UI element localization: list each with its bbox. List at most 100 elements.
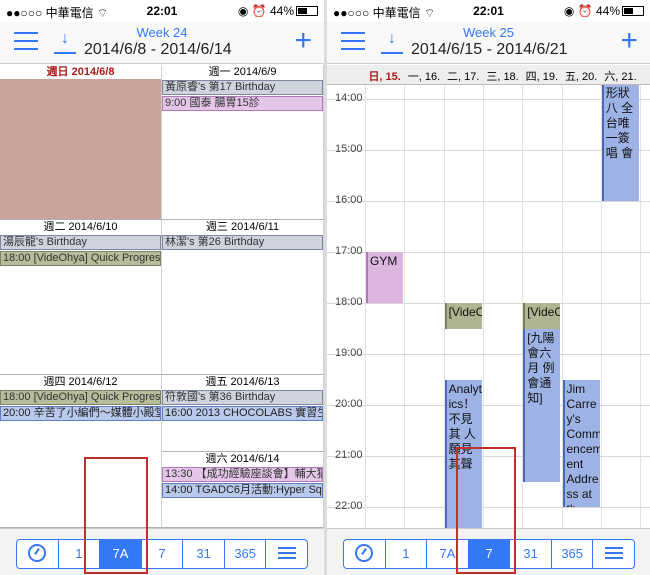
day-column-line	[640, 85, 642, 528]
day-column-header[interactable]: 三, 18.	[483, 68, 522, 84]
alarm-icon: ⏰	[577, 4, 593, 18]
event[interactable]: 符敦國's 第36 Birthday	[162, 390, 323, 405]
hour-label: 19:00	[335, 347, 363, 360]
view-31-button[interactable]: 31	[510, 540, 552, 568]
time-grid[interactable]: 14:00 15:00 16:00 17:00 18:00 19:00 20:00 21:00…	[327, 85, 650, 528]
day-column-line	[404, 85, 406, 528]
today-highlight	[0, 79, 161, 219]
hour-label: 21:00	[335, 449, 363, 462]
view-365-button[interactable]: 365	[552, 540, 594, 568]
view-7a-button[interactable]: 7A	[427, 540, 469, 568]
day-header: 週四 2014/6/12	[43, 376, 118, 388]
dashboard-button[interactable]	[17, 540, 59, 568]
list-view-button[interactable]	[266, 540, 307, 568]
status-bar: ●●○○○ 中華電信 ⌔ 22:01 ◉ ⏰ 44%	[327, 0, 650, 22]
status-bar: ●●○○○ 中華電信 ⌔ 22:01 ◉ ⏰ 44%	[0, 0, 324, 22]
hour-label: 16:00	[335, 194, 363, 207]
add-event-button[interactable]: +	[620, 24, 638, 58]
event[interactable]: 18:00 [VideOhya] Quick Progress	[0, 251, 161, 266]
hour-line	[327, 507, 650, 509]
battery-icon	[296, 6, 318, 16]
day-cell-monday[interactable]: 週一 2014/6/9 黃原睿's 第17 Birthday 9:00 國泰 腸…	[162, 65, 324, 220]
alarm-icon: ⏰	[251, 4, 267, 18]
hour-line	[327, 405, 650, 407]
hour-label: 22:00	[335, 500, 363, 513]
hour-label: 17:00	[335, 245, 363, 258]
week-number: Week 25	[462, 25, 515, 40]
hour-label: 14:00	[335, 92, 363, 105]
calendar-event[interactable]: GYM	[366, 252, 404, 304]
view-1-button[interactable]: 1	[386, 540, 428, 568]
day-column-header[interactable]: 日, 15.	[365, 68, 404, 84]
battery-icon	[622, 6, 644, 16]
view-7a-button[interactable]: 7A	[100, 540, 142, 568]
hour-label: 15:00	[335, 143, 363, 156]
calendar-event[interactable]: [VideO	[523, 303, 561, 329]
day-cell-friday[interactable]: 週五 2014/6/13 符敦國's 第36 Birthday 16:00 20…	[162, 375, 324, 452]
event[interactable]: 黃原睿's 第17 Birthday	[162, 80, 323, 95]
view-365-button[interactable]: 365	[225, 540, 267, 568]
day-cell-thursday[interactable]: 週四 2014/6/12 18:00 [VideOhya] Quick Prog…	[0, 375, 162, 528]
event[interactable]: 20:00 辛苦了小編們～媒體小殿堂	[0, 406, 161, 421]
gauge-icon	[355, 544, 374, 562]
date-range: 2014/6/15 - 2014/6/21	[411, 41, 568, 58]
view-segmented-control: 1 7A 7 31 365	[343, 539, 635, 569]
day-cell-wednesday[interactable]: 週三 2014/6/11 林潔's 第26 Birthday	[162, 220, 324, 375]
event[interactable]: 13:30 【成功經驗座談會】輔大猶	[162, 467, 323, 482]
calendar-event[interactable]: 形狀八 全台唯 一簽唱 會	[601, 85, 640, 202]
nav-bar: ↓ Week 24 2014/6/8 - 2014/6/14 +	[0, 22, 324, 64]
week-number: Week 24	[136, 25, 188, 40]
day-column-header[interactable]: 六, 21.	[601, 68, 640, 84]
right-screen: ●●○○○ 中華電信 ⌔ 22:01 ◉ ⏰ 44% ↓ Week 25 201…	[327, 0, 650, 575]
lock-rotation-icon: ◉	[563, 4, 575, 18]
day-header: 週日 2014/6/8	[46, 66, 115, 78]
view-7-button[interactable]: 7	[142, 540, 184, 568]
status-right: ◉ ⏰ 44%	[564, 4, 644, 18]
view-toolbar: 1 7A 7 31 365	[0, 528, 324, 575]
gauge-icon	[28, 544, 47, 562]
event[interactable]: 湯辰龍's Birthday	[0, 235, 161, 250]
battery-percent: 44%	[269, 4, 294, 18]
calendar-event[interactable]: [九陽 會六月 例會通 知]	[523, 328, 561, 482]
event[interactable]: 16:00 2013 CHOCOLABS 實習生	[162, 406, 323, 421]
event[interactable]: 14:00 TGADC6月活動:Hyper Squ	[162, 483, 323, 498]
day-column-header[interactable]: 五, 20.	[562, 68, 601, 84]
event[interactable]: 林潔's 第26 Birthday	[162, 235, 323, 250]
hour-label: 18:00	[335, 296, 363, 309]
day-column-header[interactable]: 二, 17.	[444, 68, 483, 84]
event[interactable]: 18:00 [VideOhya] Quick Progress	[0, 390, 161, 405]
status-right: ◉ ⏰ 44%	[238, 4, 318, 18]
calendar-event[interactable]: Jim Carre y's Comm encem ent Addre ss at…	[562, 379, 600, 508]
day-cell-saturday[interactable]: 週六 2014/6/14 13:30 【成功經驗座談會】輔大猶 14:00 TG…	[162, 452, 324, 528]
view-31-button[interactable]: 31	[183, 540, 225, 568]
list-view-button[interactable]	[593, 540, 634, 568]
left-screen: ●●○○○ 中華電信 ⌔ 22:01 ◉ ⏰ 44% ↓ Week 24 201…	[0, 0, 324, 575]
day-header: 週三 2014/6/11	[205, 221, 280, 233]
day-header: 週六 2014/6/14	[205, 453, 280, 465]
day-header: 週一 2014/6/9	[208, 66, 277, 78]
day-column-header[interactable]: 一, 16.	[404, 68, 443, 84]
calendar-event[interactable]: Analyt ics！ 不見其 人願見 其聲	[444, 379, 482, 528]
event[interactable]: 9:00 國泰 腸胃15診	[162, 96, 323, 111]
list-icon	[604, 547, 623, 560]
date-range: 2014/6/8 - 2014/6/14	[84, 41, 232, 58]
hour-line	[327, 354, 650, 356]
calendar-event[interactable]: [VideO	[444, 303, 482, 329]
view-7-button[interactable]: 7	[468, 540, 511, 568]
day-column-header[interactable]: 四, 19.	[522, 68, 561, 84]
battery-percent: 44%	[595, 4, 620, 18]
week-day-header: 日, 15. 一, 16. 二, 17. 三, 18. 四, 19. 五, 20. 六, 2…	[327, 65, 650, 85]
dashboard-button[interactable]	[344, 540, 386, 568]
day-cell-sunday[interactable]: 週日 2014/6/8	[0, 65, 162, 220]
list-icon	[277, 547, 296, 560]
day-header: 週五 2014/6/13	[205, 376, 280, 388]
view-1-button[interactable]: 1	[59, 540, 101, 568]
day-cell-tuesday[interactable]: 週二 2014/6/10 湯辰龍's Birthday 18:00 [VideO…	[0, 220, 162, 375]
day-column-line	[365, 85, 366, 528]
day-column-line	[482, 85, 484, 528]
lock-rotation-icon: ◉	[237, 4, 249, 18]
day-header: 週二 2014/6/10	[43, 221, 118, 233]
add-event-button[interactable]: +	[294, 24, 312, 58]
hour-line	[327, 456, 650, 458]
nav-bar: ↓ Week 25 2014/6/15 - 2014/6/21 +	[327, 22, 650, 64]
